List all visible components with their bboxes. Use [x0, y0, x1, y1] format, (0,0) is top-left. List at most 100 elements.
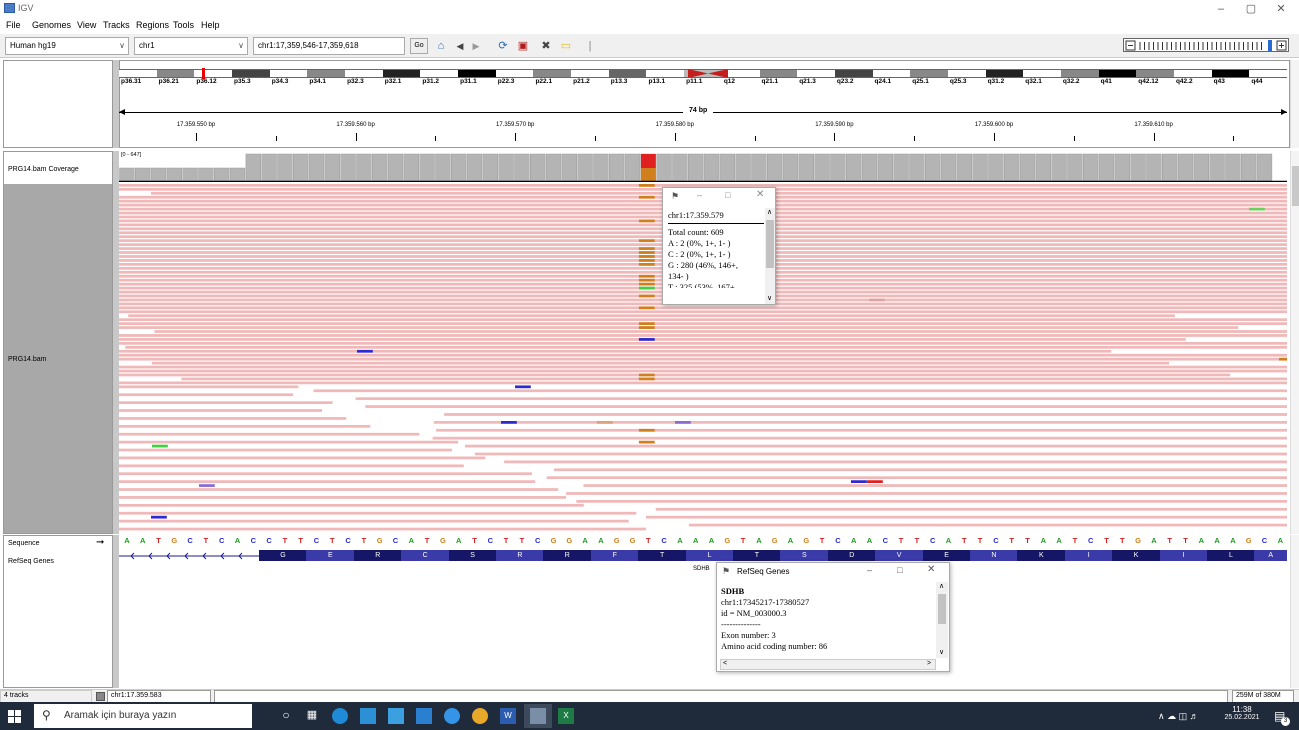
feature-scrollbar[interactable] [1290, 535, 1299, 688]
sequence-track[interactable]: AATGCTCACCTTCTCTGCATGATCTTCGGAAGGTCAAAGT… [119, 536, 1287, 547]
amino-acid-track[interactable]: GERCSRRFTLTSDVENKIKILA [119, 550, 1287, 561]
sequence-base: T [961, 536, 967, 545]
menu-view[interactable]: View [77, 20, 96, 30]
chrome-icon[interactable] [472, 708, 488, 724]
ruler-major-tick [674, 133, 676, 141]
mismatch-base-G [638, 239, 655, 243]
minimize-button[interactable]: – [1208, 1, 1234, 17]
popup-text-icon[interactable]: ▭ [558, 37, 574, 55]
coverage-bar [372, 153, 388, 182]
amino-acid: I [1159, 550, 1208, 561]
taskbar-search[interactable]: ⚲ Aramak için buraya yazın [34, 704, 252, 728]
coverage-bar [1004, 153, 1020, 182]
tray-icons[interactable]: ∧ ☁ ◫ ♬ [1158, 711, 1199, 722]
sequence-base: T [1119, 536, 1125, 545]
home-icon[interactable]: ⌂ [432, 37, 450, 55]
sequence-track-name[interactable]: Sequence [8, 540, 40, 547]
windows-start-icon[interactable] [8, 710, 21, 723]
ideogram-band-label: p36.12 [196, 78, 217, 85]
menu-tools[interactable]: Tools [173, 20, 194, 30]
popup-maximize-button[interactable]: □ [897, 565, 902, 575]
coverage-bar [751, 153, 767, 182]
clock[interactable]: 11:38 25.02.2021 [1222, 705, 1262, 721]
data-scrollbar[interactable] [1290, 151, 1299, 534]
mismatch-base-A [638, 286, 655, 290]
menu-regions[interactable]: Regions [136, 20, 169, 30]
igv-taskbar-button[interactable] [524, 704, 552, 728]
menu-file[interactable]: File [6, 20, 21, 30]
word-icon[interactable]: W [500, 708, 516, 724]
scroll-up-icon[interactable]: ∧ [939, 582, 944, 590]
edge-icon[interactable] [332, 708, 348, 724]
popup-close-button[interactable]: ✕ [927, 564, 935, 575]
coverage-bar [119, 167, 135, 182]
excel-icon[interactable]: X [558, 708, 574, 724]
popup-minimize-button[interactable]: – [697, 190, 702, 200]
read [566, 492, 1287, 495]
zoom-slider[interactable] [1123, 38, 1289, 52]
task-view-icon[interactable]: ▦ [304, 708, 320, 724]
store-icon[interactable] [388, 708, 404, 724]
close-button[interactable]: ✕ [1268, 1, 1294, 17]
coverage-bar [925, 153, 941, 182]
scroll-right-icon[interactable]: > [927, 660, 931, 667]
scroll-up-icon[interactable]: ∧ [767, 208, 772, 216]
popup-hscrollbar[interactable]: < > [720, 659, 936, 670]
menu-tracks[interactable]: Tracks [103, 20, 130, 30]
read [119, 353, 1287, 357]
ideogram-band-label: p34.3 [271, 78, 289, 85]
ideogram-band-label: q41 [1100, 78, 1112, 85]
menu-genomes[interactable]: Genomes [32, 20, 71, 30]
scroll-down-icon[interactable]: ∨ [939, 648, 944, 656]
mismatch-base-G [638, 219, 655, 223]
sequence-base: G [724, 536, 731, 545]
chromosome-select[interactable]: chr1 ∨ [134, 37, 248, 55]
genome-select[interactable]: Human hg19 ∨ [5, 37, 129, 55]
browser-icon[interactable] [444, 708, 460, 724]
coverage-bar [1146, 153, 1162, 182]
cortana-icon[interactable]: ○ [278, 708, 294, 724]
alignment-track-name[interactable]: PRG14.bam [8, 356, 47, 363]
popup-maximize-button[interactable]: □ [725, 190, 730, 200]
sequence-base: T [519, 536, 525, 545]
coverage-popup[interactable]: ⚑ – □ ✕ chr1:17.359.579 Total count: 609… [662, 187, 776, 305]
popup-scrollbar[interactable]: ∧ ∨ [936, 582, 948, 658]
popup-line: T : 325 (53%, 167+, [668, 282, 737, 288]
refseq-track-name[interactable]: RefSeq Genes [8, 558, 54, 565]
ruler-major-tick [1153, 133, 1155, 141]
mail-icon[interactable] [416, 708, 432, 724]
coverage-bar [1162, 153, 1178, 182]
read [583, 484, 1287, 487]
go-button[interactable]: Go [410, 38, 428, 54]
popup-scroll-thumb[interactable] [766, 220, 774, 268]
coverage-track[interactable]: [0 - 647] [119, 151, 1287, 182]
resize-icon[interactable]: ✖ [538, 37, 554, 55]
forward-icon[interactable]: ▶ [470, 37, 482, 55]
locus-input[interactable]: chr1:17,359,546-17,359,618 [253, 37, 405, 55]
coverage-track-name[interactable]: PRG14.bam Coverage [8, 166, 79, 173]
refresh-icon[interactable]: ⟳ [494, 37, 512, 55]
sequence-base: A [1230, 536, 1236, 545]
menu-help[interactable]: Help [201, 20, 220, 30]
amino-acid: A [1254, 550, 1287, 561]
popup-minimize-button[interactable]: – [867, 565, 872, 575]
popup-close-button[interactable]: ✕ [756, 189, 764, 200]
scroll-down-icon[interactable]: ∨ [767, 294, 772, 302]
coverage-bar [956, 153, 972, 182]
popup-scroll-thumb[interactable] [938, 594, 946, 624]
file-explorer-icon[interactable] [360, 708, 376, 724]
refseq-popup[interactable]: ⚑ RefSeq Genes – □ ✕ SDHB chr1:17345217-… [716, 562, 950, 672]
maximize-button[interactable]: ▢ [1238, 1, 1264, 17]
back-icon[interactable]: ◀ [454, 37, 466, 55]
scrollbar-thumb[interactable] [1292, 166, 1299, 206]
popup-scrollbar[interactable]: ∧ ∨ [765, 208, 775, 304]
strand-arrow-icon[interactable]: ➞ [96, 537, 104, 548]
ruler[interactable]: 74 bp 17.359.550 bp 17.359.560 bp 17.359.5… [119, 100, 1287, 145]
coverage-bar [988, 153, 1004, 182]
roi-icon[interactable]: ▣ [515, 37, 531, 55]
coverage-bar [972, 153, 988, 182]
sequence-base: T [914, 536, 920, 545]
mismatch-base-C [638, 338, 655, 341]
header-scrollbar[interactable] [1290, 60, 1299, 148]
scroll-left-icon[interactable]: < [723, 660, 727, 667]
